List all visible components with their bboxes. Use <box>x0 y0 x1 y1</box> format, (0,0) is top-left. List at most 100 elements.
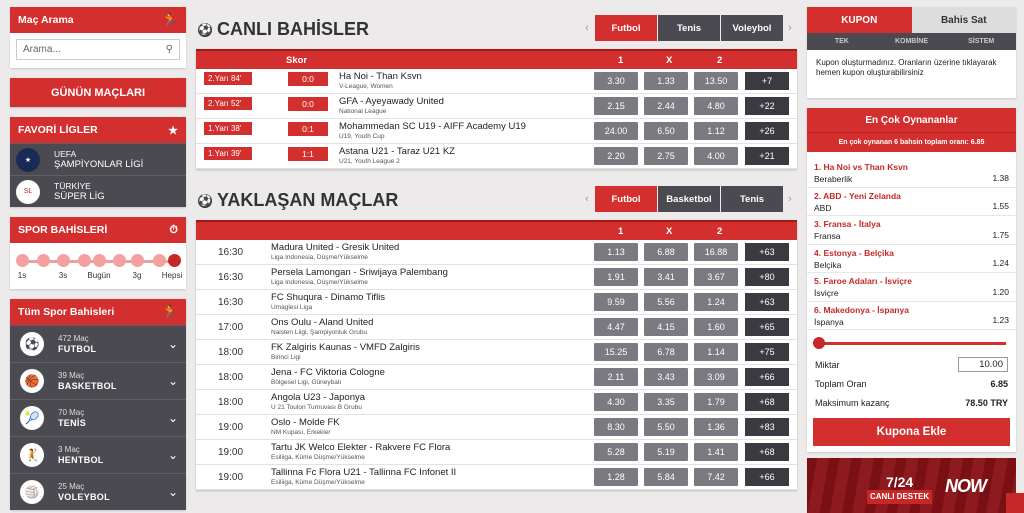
odd-x-button[interactable]: 6.50 <box>644 122 688 140</box>
live-tab-football[interactable]: Futbol <box>595 15 657 41</box>
more-bets-button[interactable]: +7 <box>745 72 789 90</box>
odd-2-button[interactable]: 1.60 <box>694 318 738 336</box>
coupon-type-system[interactable]: SİSTEM <box>946 33 1016 50</box>
chevron-down-icon[interactable]: ⌄ <box>168 485 178 499</box>
live-support-banner[interactable]: 7/24 CANLI DESTEK NOW <box>807 458 1016 513</box>
upcoming-match-row[interactable]: 18:00 FK Zalgiris Kaunas - VMFD Zalgiris B… <box>196 340 797 365</box>
odd-2-button[interactable]: 1.24 <box>694 293 738 311</box>
odd-2-button[interactable]: 16.88 <box>694 243 738 261</box>
odd-1-button[interactable]: 8.30 <box>594 418 638 436</box>
more-bets-button[interactable]: +66 <box>745 468 789 486</box>
favorite-league-ucl[interactable]: ★ UEFA ŞAMPİYONLAR LİGİ <box>10 143 186 175</box>
upcoming-tab-basketball[interactable]: Basketbol <box>658 186 720 212</box>
sport-basketball[interactable]: 🏀 39 Maç BASKETBOL ⌄ <box>10 362 186 399</box>
upcoming-match-row[interactable]: 19:00 Tartu JK Welco Elekter - Rakvere FC… <box>196 440 797 465</box>
slider-stop-1s[interactable] <box>16 254 29 267</box>
coupon-tab[interactable]: KUPON <box>807 7 912 33</box>
slider-stop-today[interactable] <box>93 254 106 267</box>
odd-x-button[interactable]: 5.84 <box>644 468 688 486</box>
odd-x-button[interactable]: 5.50 <box>644 418 688 436</box>
todays-matches-button[interactable]: GÜNÜN MAÇLARI <box>10 78 186 107</box>
odd-2-button[interactable]: 3.67 <box>694 268 738 286</box>
more-bets-button[interactable]: +75 <box>745 343 789 361</box>
upcoming-match-row[interactable]: 18:00 Angola U23 - Japonya U 21 Toulon Tur… <box>196 390 797 415</box>
coupon-type-single[interactable]: TEK <box>807 33 877 50</box>
upcoming-match-row[interactable]: 18:00 Jena - FC Viktoria Cologne Bölgesel … <box>196 365 797 390</box>
odd-1-button[interactable]: 2.15 <box>594 97 638 115</box>
sport-tennis[interactable]: 🎾 70 Maç TENİS ⌄ <box>10 399 186 436</box>
chevron-right-icon[interactable]: › <box>783 186 797 212</box>
upcoming-match-row[interactable]: 16:30 Persela Lamongan - Sriwijaya Palemb… <box>196 265 797 290</box>
chevron-down-icon[interactable]: ⌄ <box>168 411 178 425</box>
odd-2-button[interactable]: 1.79 <box>694 393 738 411</box>
odd-1-button[interactable]: 2.11 <box>594 368 638 386</box>
odd-2-button[interactable]: 3.09 <box>694 368 738 386</box>
upcoming-match-row[interactable]: 16:30 FC Shuqura - Dinamo Tiflis Umaglesi … <box>196 290 797 315</box>
popular-bet-item[interactable]: 6. Makedonya - İspanya İspanya 1.23 <box>807 302 1016 330</box>
odd-2-button[interactable]: 13.50 <box>694 72 738 90</box>
chat-widget-icon[interactable] <box>1006 493 1024 513</box>
odd-x-button[interactable]: 1.33 <box>644 72 688 90</box>
more-bets-button[interactable]: +21 <box>745 147 789 165</box>
odd-x-button[interactable]: 5.56 <box>644 293 688 311</box>
odd-x-button[interactable]: 2.44 <box>644 97 688 115</box>
upcoming-match-row[interactable]: 19:00 Tallinna Fc Flora U21 - Tallinna FC… <box>196 465 797 490</box>
odd-1-button[interactable]: 2.20 <box>594 147 638 165</box>
live-tab-tennis[interactable]: Tenis <box>658 15 720 41</box>
amount-slider[interactable] <box>813 337 1006 349</box>
chevron-right-icon[interactable]: › <box>783 15 797 41</box>
odd-1-button[interactable]: 15.25 <box>594 343 638 361</box>
search-icon[interactable]: ⚲ <box>166 44 173 55</box>
coupon-type-combo[interactable]: KOMBİNE <box>877 33 947 50</box>
odd-x-button[interactable]: 4.15 <box>644 318 688 336</box>
upcoming-match-row[interactable]: 19:00 Oslo - Molde FK NM Kupası, Erkekler 8… <box>196 415 797 440</box>
add-to-coupon-button[interactable]: Kupona Ekle <box>813 418 1010 446</box>
odd-1-button[interactable]: 3.30 <box>594 72 638 90</box>
chevron-down-icon[interactable]: ⌄ <box>168 374 178 388</box>
odd-1-button[interactable]: 1.91 <box>594 268 638 286</box>
upcoming-match-row[interactable]: 16:30 Madura United - Gresik United Liga I… <box>196 240 797 265</box>
slider-stop-all[interactable] <box>168 254 181 267</box>
popular-bet-item[interactable]: 1. Ha Noi vs Than Ksvn Beraberlik 1.38 <box>807 159 1016 188</box>
odd-x-button[interactable]: 3.41 <box>644 268 688 286</box>
chevron-down-icon[interactable]: ⌄ <box>168 448 178 462</box>
sell-bet-tab[interactable]: Bahis Sat <box>911 7 1016 33</box>
more-bets-button[interactable]: +83 <box>745 418 789 436</box>
odd-1-button[interactable]: 4.47 <box>594 318 638 336</box>
odd-1-button[interactable]: 1.13 <box>594 243 638 261</box>
live-tab-volleyball[interactable]: Voleybol <box>721 15 783 41</box>
sport-football[interactable]: ⚽ 472 Maç FUTBOL ⌄ <box>10 325 186 362</box>
live-match-row[interactable]: 2.Yarı 84' 0:0 Ha Noi - Than Ksvn V-League,… <box>196 69 797 94</box>
popular-bet-item[interactable]: 4. Estonya - Belçika Belçika 1.24 <box>807 245 1016 273</box>
odd-x-button[interactable]: 3.35 <box>644 393 688 411</box>
more-bets-button[interactable]: +80 <box>745 268 789 286</box>
odd-2-button[interactable]: 1.41 <box>694 443 738 461</box>
odd-1-button[interactable]: 5.28 <box>594 443 638 461</box>
upcoming-tab-football[interactable]: Futbol <box>595 186 657 212</box>
more-bets-button[interactable]: +68 <box>745 393 789 411</box>
live-match-row[interactable]: 1.Yarı 39' 1:1 Astana U21 - Taraz U21 KZ U2… <box>196 144 797 169</box>
odd-2-button[interactable]: 7.42 <box>694 468 738 486</box>
upcoming-tab-tennis[interactable]: Tenis <box>721 186 783 212</box>
odd-x-button[interactable]: 6.88 <box>644 243 688 261</box>
popular-bet-item[interactable]: 5. Faroe Adaları - İsviçre İsviçre 1.20 <box>807 273 1016 302</box>
chevron-left-icon[interactable]: ‹ <box>580 186 594 212</box>
more-bets-button[interactable]: +66 <box>745 368 789 386</box>
popular-bet-item[interactable]: 3. Fransa - İtalya Fransa 1.75 <box>807 216 1016 245</box>
odd-1-button[interactable]: 4.30 <box>594 393 638 411</box>
amount-input[interactable]: 10.00 <box>958 357 1008 372</box>
popular-bet-item[interactable]: 2. ABD - Yeni Zelanda ABD 1.55 <box>807 188 1016 216</box>
odd-2-button[interactable]: 1.12 <box>694 122 738 140</box>
odd-1-button[interactable]: 9.59 <box>594 293 638 311</box>
odd-2-button[interactable]: 1.14 <box>694 343 738 361</box>
sport-volleyball[interactable]: 🏐 25 Maç VOLEYBOL ⌄ <box>10 473 186 510</box>
odd-1-button[interactable]: 24.00 <box>594 122 638 140</box>
live-match-row[interactable]: 2.Yarı 52' 0:0 GFA - Ayeyawady United Natio… <box>196 94 797 119</box>
odd-x-button[interactable]: 6.78 <box>644 343 688 361</box>
more-bets-button[interactable]: +26 <box>745 122 789 140</box>
more-bets-button[interactable]: +63 <box>745 243 789 261</box>
more-bets-button[interactable]: +65 <box>745 318 789 336</box>
odd-x-button[interactable]: 2.75 <box>644 147 688 165</box>
odd-1-button[interactable]: 1.28 <box>594 468 638 486</box>
search-input[interactable]: Arama... ⚲ <box>16 39 180 60</box>
